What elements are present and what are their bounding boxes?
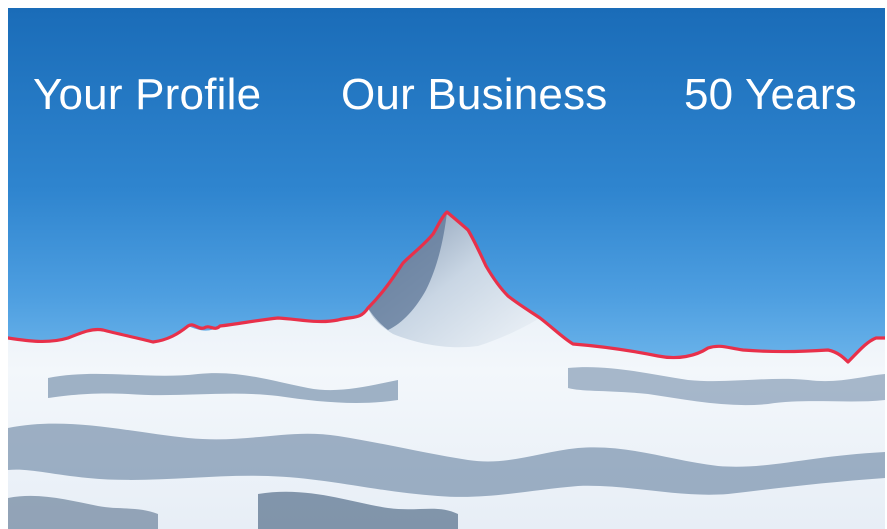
nav-50-years[interactable]: 50 Years: [684, 60, 857, 130]
nav-our-business[interactable]: Our Business: [341, 60, 608, 130]
hero-banner: Your Profile Our Business 50 Years: [8, 8, 885, 529]
top-navigation: Your Profile Our Business 50 Years: [8, 60, 885, 130]
nav-your-profile[interactable]: Your Profile: [33, 60, 261, 130]
